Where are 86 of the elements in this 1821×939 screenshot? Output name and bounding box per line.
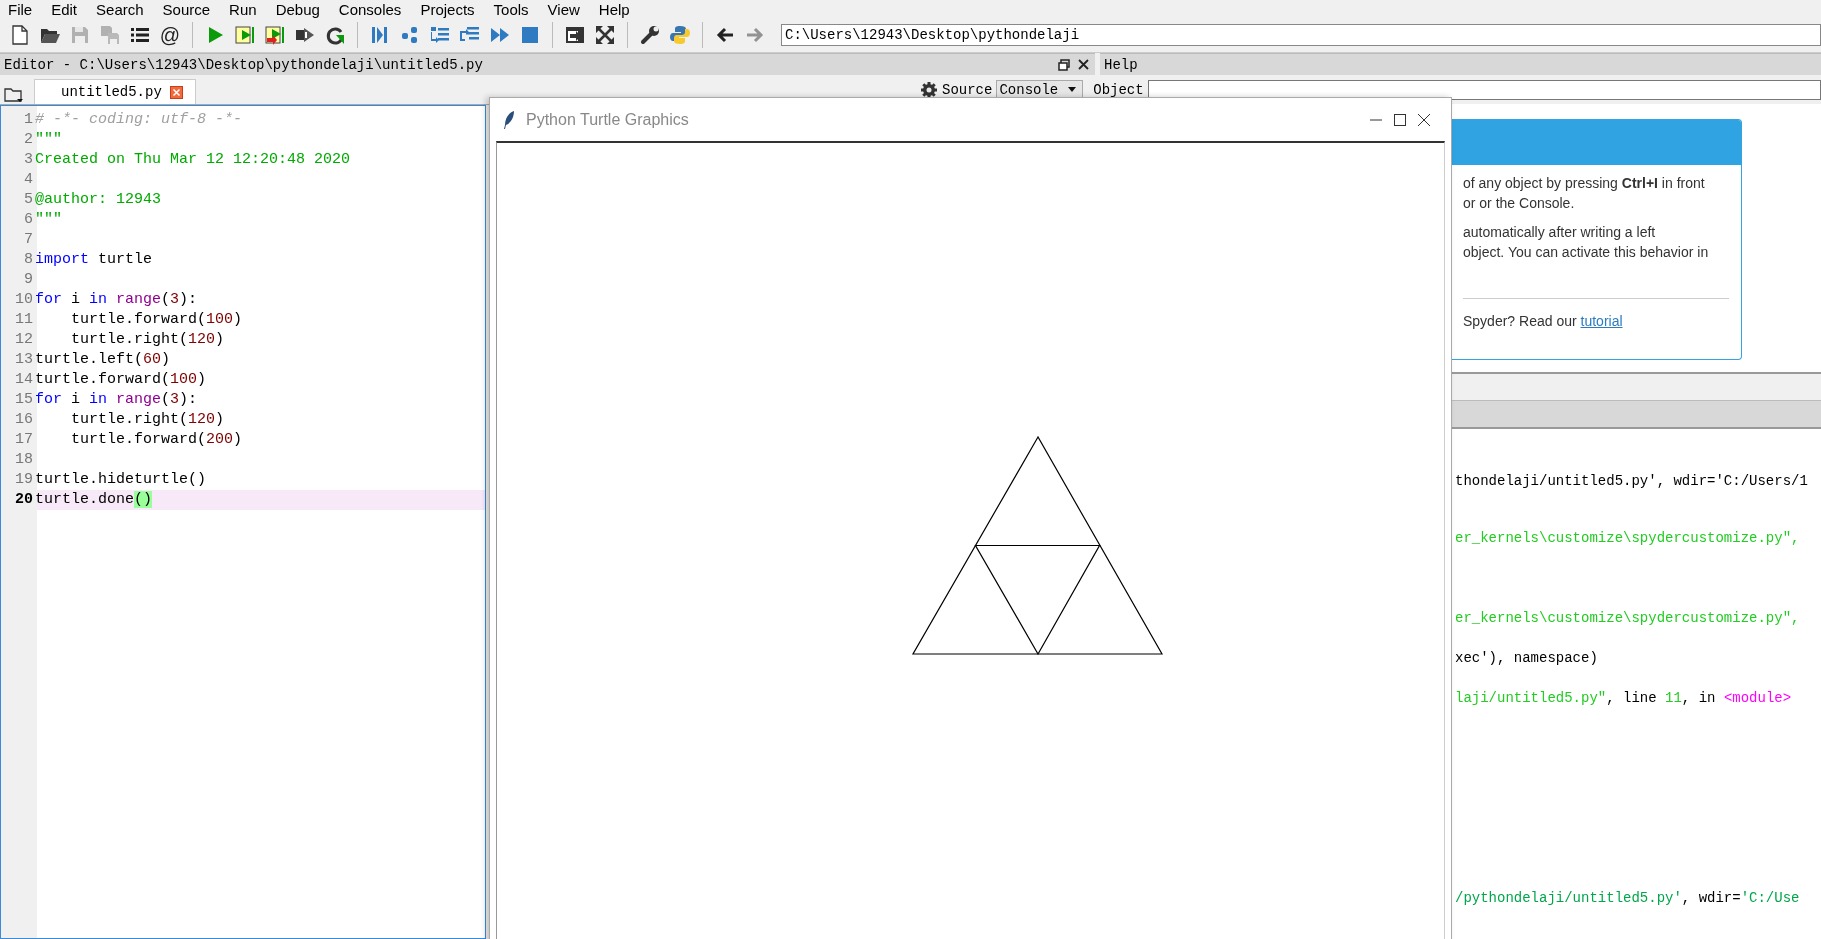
code-line: # -*- coding: utf-8 -*- — [35, 110, 243, 130]
menu-item[interactable]: Source — [162, 0, 211, 18]
object-field[interactable] — [1147, 79, 1821, 100]
code-line: """ — [35, 210, 62, 230]
code-line: @author: 12943 — [35, 190, 162, 210]
window-title: Python Turtle Graphics — [526, 110, 689, 129]
console-line: xec'), namespace) — [1455, 649, 1599, 668]
menu-item[interactable]: File — [8, 0, 33, 18]
menu-item[interactable]: Help — [598, 0, 630, 18]
folder-icon[interactable] — [4, 86, 24, 104]
undock-icon[interactable] — [1058, 58, 1070, 71]
help-text: Spyder? Read our tutorial — [1463, 312, 1624, 331]
code-line: turtle.right(120) — [70, 330, 225, 350]
menu-item[interactable]: Projects — [420, 0, 475, 18]
floppy-disks-icon — [99, 24, 121, 46]
code-line: turtle.hideturtle() — [35, 470, 207, 490]
line-number: 4 — [23, 170, 34, 190]
pane-title: Editor - C:\Users\12943\Desktop\pythondelaji\untitled5.py — [4, 56, 484, 73]
toolbar-button[interactable]: @ — [156, 21, 184, 49]
play-box-icon — [264, 24, 286, 46]
menu-item[interactable]: Consoles — [338, 0, 402, 18]
maximize-icon — [564, 24, 586, 46]
menu-item[interactable]: Tools — [493, 0, 529, 18]
line-number: 12 — [14, 330, 34, 350]
line-number: 14 — [14, 370, 34, 390]
line-number: 9 — [23, 270, 34, 290]
console-line: er_kernels\customize\spydercustomize.py", — [1455, 609, 1801, 628]
source-dropdown[interactable]: Console — [996, 79, 1084, 100]
help-text: automatically after writing a left — [1463, 223, 1657, 242]
line-number: 5 — [23, 190, 34, 210]
line-number: 16 — [14, 410, 34, 430]
line-number: 3 — [23, 150, 34, 170]
console-line: laji/untitled5.py", line 11, in <module> — [1455, 689, 1793, 708]
code-line: turtle.done() — [35, 490, 153, 510]
code-line: """ — [35, 130, 62, 150]
menu-item[interactable]: Debug — [275, 0, 320, 18]
code-line: turtle.forward(200) — [70, 430, 243, 450]
help-text: or or the Console. — [1463, 194, 1576, 213]
help-text: object. You can activate this behavior in — [1463, 243, 1710, 262]
code-line: import turtle — [35, 250, 153, 270]
console-line: er_kernels\customize\spydercustomize.py", — [1455, 529, 1801, 548]
line-number: 18 — [14, 450, 34, 470]
maximize-icon[interactable] — [1393, 112, 1407, 127]
step-into-icon — [429, 24, 451, 46]
pane-title: Help — [1104, 56, 1139, 73]
menu-item[interactable]: Edit — [51, 0, 78, 18]
play-box-icon — [234, 24, 256, 46]
code-line: turtle.forward(100) — [35, 370, 207, 390]
page-icon — [9, 24, 31, 46]
line-number: 19 — [14, 470, 34, 490]
code-line: turtle.forward(100) — [70, 310, 243, 330]
tutorial-link[interactable]: tutorial — [1580, 313, 1623, 329]
line-number: 17 — [14, 430, 34, 450]
code-line: turtle.right(120) — [70, 410, 225, 430]
line-number: 6 — [23, 210, 34, 230]
help-text: of any object by pressing Ctrl+I in front — [1463, 174, 1706, 193]
source-label: Source — [942, 81, 993, 98]
path-field[interactable]: C:\Users\12943\Desktop\pythondelaji — [781, 24, 1821, 46]
file-tab[interactable]: untitled5.py — [34, 79, 196, 104]
line-number: 1 — [23, 110, 34, 130]
menu-item[interactable]: Run — [229, 0, 257, 18]
line-number: 13 — [14, 350, 34, 370]
menu-item[interactable]: View — [547, 0, 580, 18]
line-number: 11 — [14, 310, 34, 330]
close-icon[interactable] — [1078, 59, 1089, 70]
feather-icon — [502, 109, 516, 130]
code-line: Created on Thu Mar 12 12:20:48 2020 — [35, 150, 351, 170]
line-number: 20 — [14, 490, 34, 510]
code-line: turtle.left(60) — [35, 350, 171, 370]
code-line: for i in range(3): — [35, 290, 198, 310]
close-icon[interactable] — [1417, 112, 1431, 127]
line-number: 7 — [23, 230, 34, 250]
stop-icon — [519, 24, 541, 46]
python-icon — [669, 24, 691, 46]
menu-item[interactable]: Search — [96, 0, 144, 18]
wrench-icon — [639, 24, 661, 46]
line-number: 10 — [14, 290, 34, 310]
line-number: 8 — [23, 250, 34, 270]
object-label: Object — [1093, 81, 1144, 98]
console-line: /pythondelaji/untitled5.py', wdir='C:/Use — [1455, 889, 1801, 908]
code-line: for i in range(3): — [35, 390, 198, 410]
line-number: 2 — [23, 130, 34, 150]
fullscreen-icon — [594, 24, 616, 46]
caret-icon — [1068, 87, 1077, 92]
console-line: thondelaji/untitled5.py', wdir='C:/Users/1 — [1455, 472, 1809, 491]
line-number: 15 — [14, 390, 34, 410]
